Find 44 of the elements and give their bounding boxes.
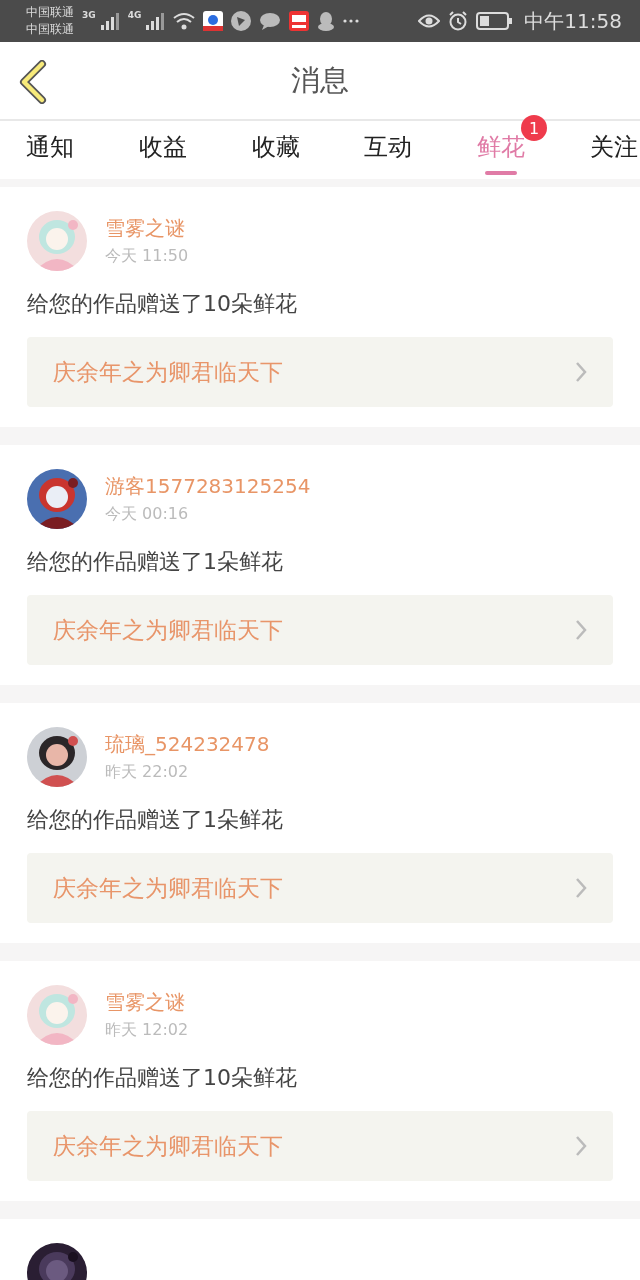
tab[interactable]: 通知 — [26, 121, 74, 179]
wifi-icon — [173, 12, 196, 30]
book-link[interactable]: 庆余年之为卿君临天下 — [27, 853, 613, 923]
book-link[interactable]: 庆余年之为卿君临天下 — [27, 1111, 613, 1181]
message-text: 给您的作品赠送了10朵鲜花 — [27, 1064, 298, 1092]
chat-icon — [259, 12, 282, 30]
network-type: 4G — [127, 10, 142, 20]
alarm-icon — [448, 11, 469, 31]
user-name[interactable]: 琉璃_524232478 — [105, 731, 270, 758]
tab[interactable]: 收益 — [138, 121, 187, 179]
signal-icon — [99, 12, 120, 30]
tab[interactable]: 收藏 — [251, 121, 300, 179]
carrier-name: 中国联通 — [26, 4, 74, 21]
page-title: 消息 — [291, 61, 349, 99]
user-name[interactable]: 雪雾之谜 — [105, 989, 189, 1016]
app-icon — [203, 11, 224, 31]
tab-indicator — [485, 171, 518, 175]
book-link[interactable]: 庆余年之为卿君临天下 — [27, 595, 613, 665]
carrier-name: 中国联通 — [26, 21, 74, 38]
message-text: 给您的作品赠送了10朵鲜花 — [27, 290, 298, 318]
app-icon — [289, 11, 310, 31]
battery-icon — [476, 12, 513, 30]
chevron-right-icon — [575, 1135, 587, 1157]
message-time: 昨天 22:02 — [105, 762, 190, 783]
message-time: 今天 11:50 — [105, 246, 189, 267]
message-time: 今天 00:16 — [105, 504, 190, 525]
user-name[interactable]: 雪雾之谜 — [105, 215, 189, 242]
app-icon — [231, 11, 252, 31]
tab[interactable]: 关注 — [590, 121, 638, 179]
network-type: 3G — [82, 10, 96, 20]
tab[interactable]: 互动 — [364, 121, 413, 179]
book-link[interactable]: 庆余年之为卿君临天下 — [27, 337, 613, 407]
more-icon — [343, 19, 360, 23]
message-time: 昨天 12:02 — [105, 1020, 189, 1041]
eye-icon — [418, 13, 441, 29]
signal-icon — [145, 12, 166, 30]
clock-time: 中午11:58 — [524, 7, 622, 35]
chevron-right-icon — [575, 361, 587, 383]
user-name[interactable]: 游客1577283125254 — [105, 473, 311, 500]
message-text: 给您的作品赠送了1朵鲜花 — [27, 806, 284, 834]
chevron-right-icon — [575, 877, 587, 899]
chevron-right-icon — [575, 619, 587, 641]
message-text: 给您的作品赠送了1朵鲜花 — [27, 548, 284, 576]
back-icon[interactable] — [18, 60, 48, 104]
